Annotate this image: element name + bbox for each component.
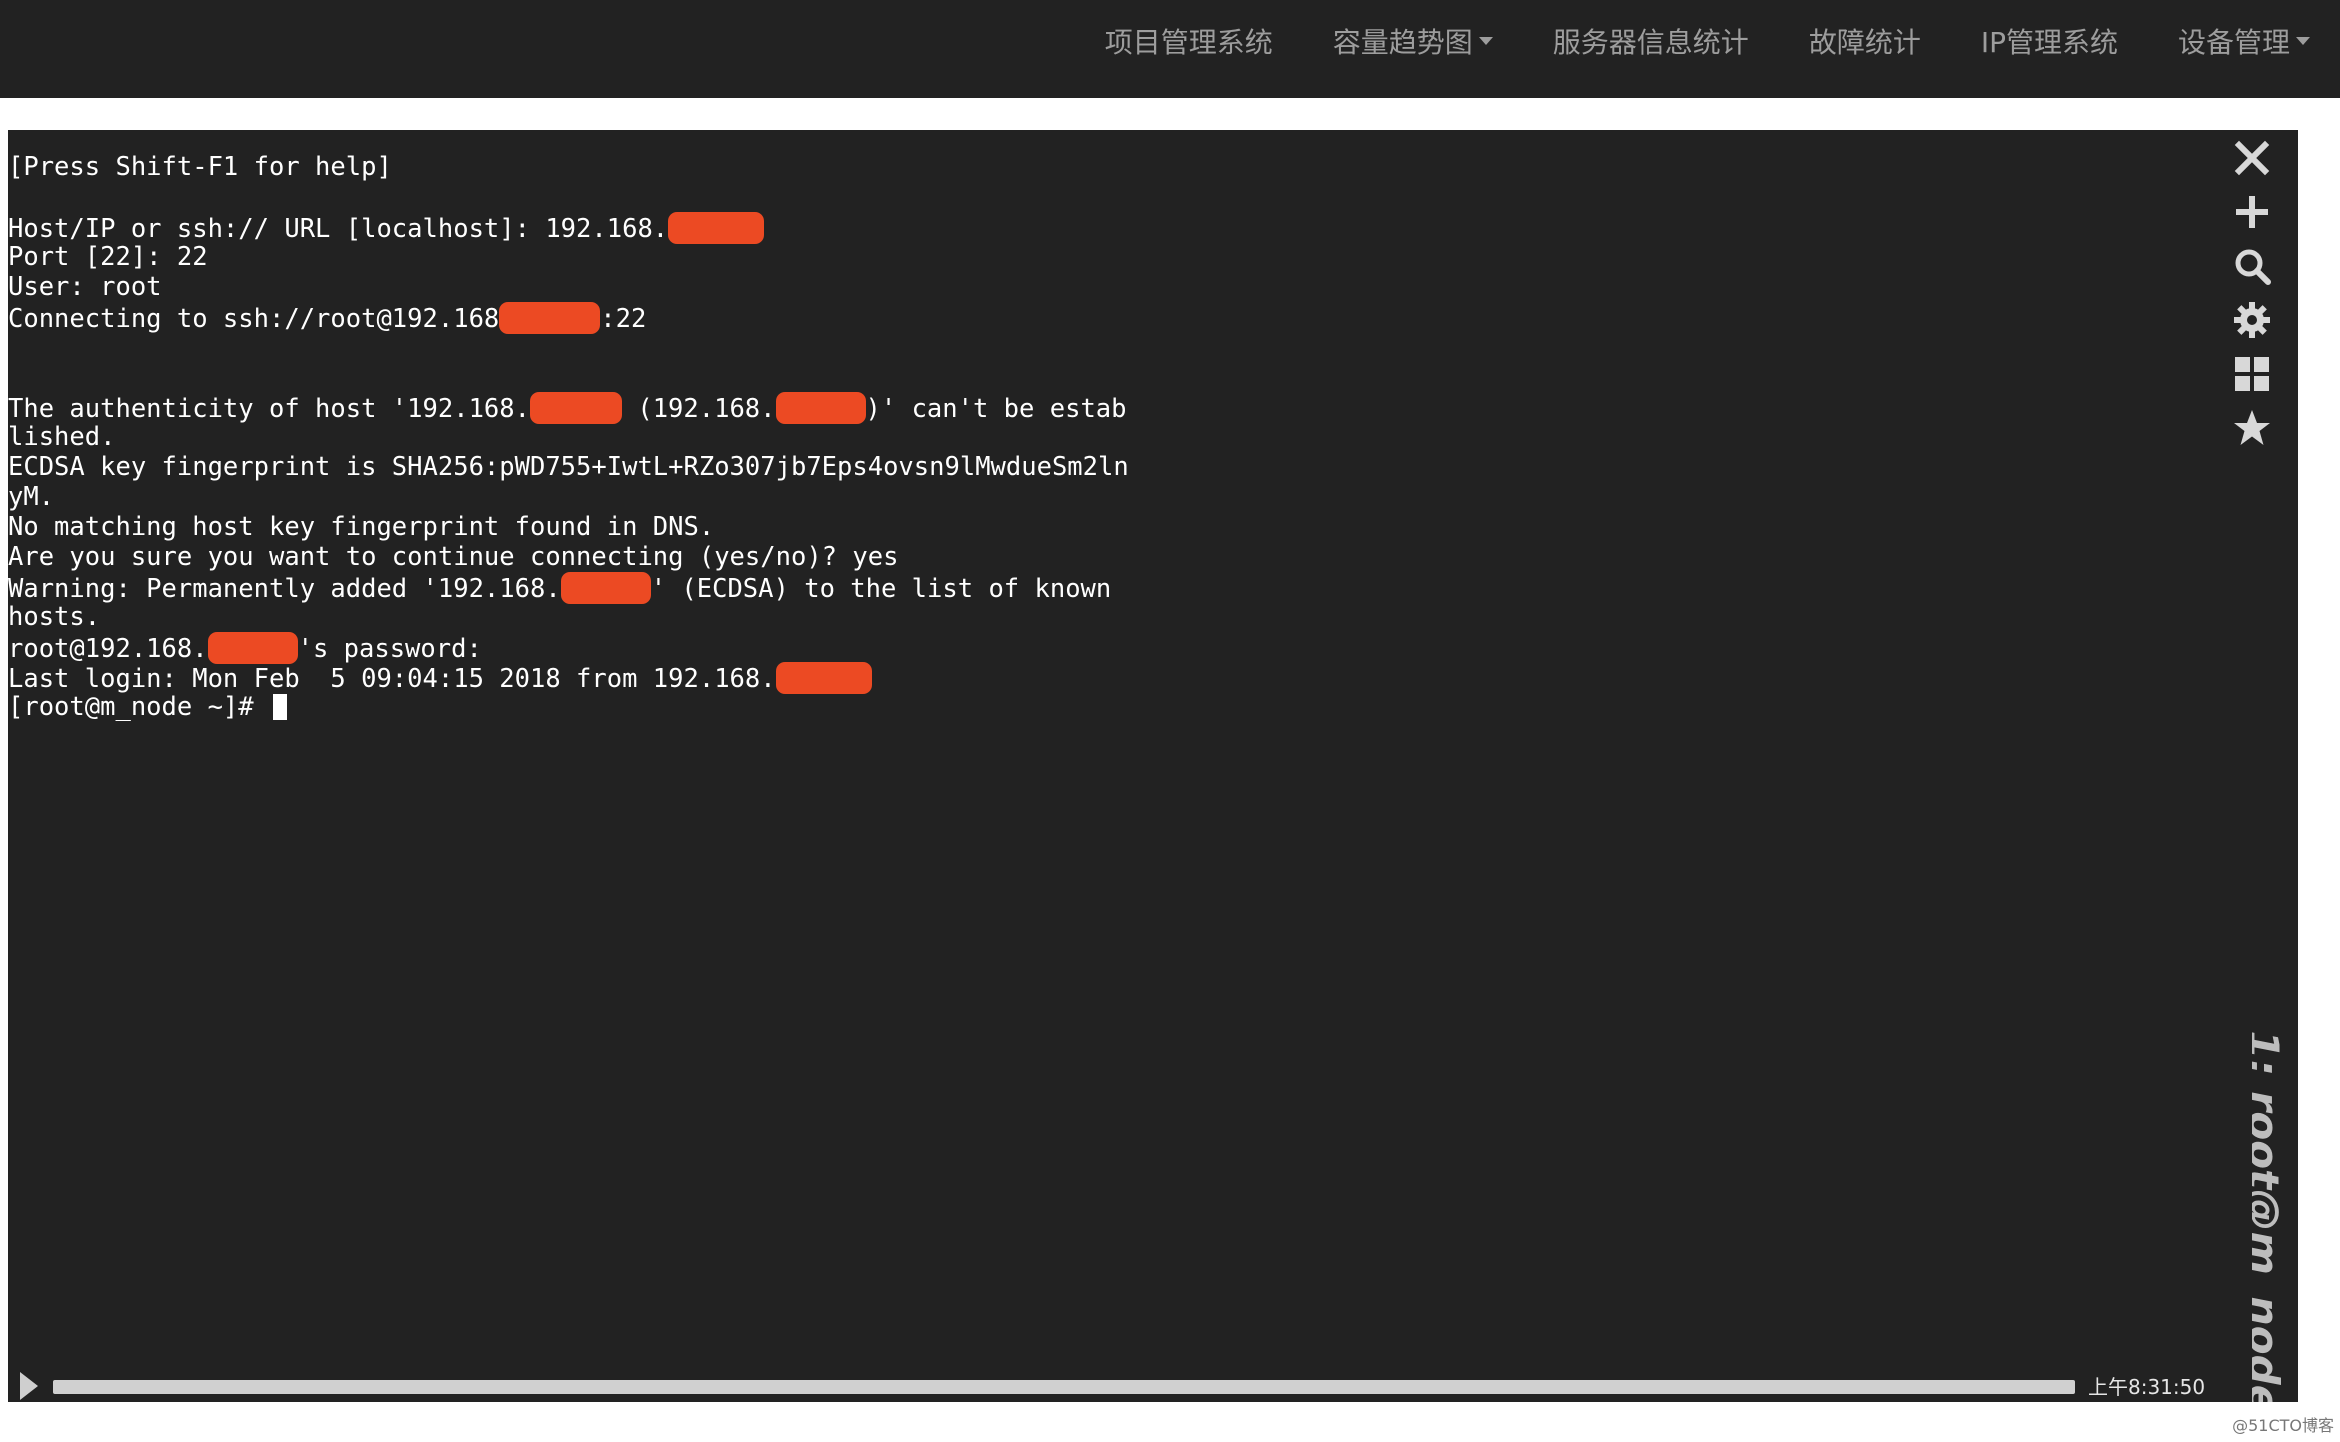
search-icon[interactable] <box>2230 244 2274 288</box>
nav-item-label: 容量趋势图 <box>1332 26 1473 59</box>
terminal-line: Last login: Mon Feb 5 09:04:15 2018 from… <box>8 662 2188 694</box>
terminal-line: hosts. <box>8 602 101 632</box>
watermark: @51CTO博客 <box>2232 1416 2334 1435</box>
terminal-line: Port [22]: 22 <box>8 242 208 272</box>
terminal-line: Connecting to ssh://root@192.168:22 <box>8 302 647 334</box>
terminal-line: ECDSA key fingerprint is SHA256:pWD755+I… <box>8 452 1129 482</box>
terminal-line: Host/IP or ssh:// URL [localhost]: 192.1… <box>8 212 2188 244</box>
caret-down-icon <box>1478 37 1493 45</box>
top-navbar: 项目管理系统 容量趋势图 服务器信息统计 故障统计 IP管理系统 设备管理 <box>0 0 2340 98</box>
terminal-line: Are you sure you want to continue connec… <box>8 542 899 572</box>
bottom-bar: 上午8:31:50 <box>8 1372 2298 1402</box>
nav-item-device-management[interactable]: 设备管理 <box>2148 21 2340 61</box>
nav-menu: 项目管理系统 容量趋势图 服务器信息统计 故障统计 IP管理系统 设备管理 <box>1075 0 2340 82</box>
nav-item-label: 故障统计 <box>1808 26 1921 59</box>
terminal-prompt-line: [root@m_node ~]# <box>8 692 2188 722</box>
nav-item-fault-stats[interactable]: 故障统计 <box>1779 21 1951 61</box>
redaction-mark <box>207 632 298 664</box>
terminal-output[interactable]: [Press Shift-F1 for help] Host/IP or ssh… <box>8 152 2188 722</box>
terminal-line: No matching host key fingerprint found i… <box>8 512 715 542</box>
nav-item-label: 设备管理 <box>2177 26 2290 59</box>
redaction-mark <box>775 662 872 694</box>
nav-item-label: 服务器信息统计 <box>1552 26 1749 59</box>
redaction-mark <box>560 572 651 604</box>
session-tab-label[interactable]: 1: root@m_node:~ <box>2252 1030 2296 1402</box>
redaction-mark <box>499 302 601 334</box>
nav-item-capacity-trend[interactable]: 容量趋势图 <box>1303 21 1523 61</box>
terminal-line: User: root <box>8 272 162 302</box>
redaction-mark <box>529 392 622 424</box>
gear-icon[interactable] <box>2230 298 2274 342</box>
terminal-line: The authenticity of host '192.168. (192.… <box>8 392 1127 424</box>
caret-down-icon <box>2296 37 2310 45</box>
terminal-line: root@192.168.'s password: <box>8 632 482 664</box>
terminal-window[interactable]: [Press Shift-F1 for help] Host/IP or ssh… <box>8 130 2298 1402</box>
terminal-line: yM. <box>8 482 55 512</box>
progress-bar[interactable] <box>53 1380 2075 1394</box>
terminal-line: [Press Shift-F1 for help] <box>8 152 392 182</box>
plus-icon[interactable] <box>2230 190 2274 234</box>
terminal-line: Warning: Permanently added '192.168. ' (E… <box>8 572 1112 604</box>
clock-time: 上午8:31:50 <box>2088 1375 2206 1399</box>
star-icon[interactable] <box>2230 406 2274 450</box>
play-icon[interactable] <box>20 1372 38 1400</box>
nav-item-server-info[interactable]: 服务器信息统计 <box>1523 21 1779 61</box>
close-icon[interactable] <box>2230 136 2274 180</box>
nav-item-label: IP管理系统 <box>1980 26 2118 59</box>
redaction-mark <box>668 212 765 244</box>
nav-item-ip-management[interactable]: IP管理系统 <box>1951 21 2148 61</box>
grid-icon[interactable] <box>2230 352 2274 396</box>
terminal-line: lished. <box>8 422 116 452</box>
redaction-mark <box>775 392 866 424</box>
nav-item-label: 项目管理系统 <box>1104 26 1273 59</box>
nav-item-project-management[interactable]: 项目管理系统 <box>1075 21 1303 61</box>
terminal-cursor <box>273 694 287 720</box>
